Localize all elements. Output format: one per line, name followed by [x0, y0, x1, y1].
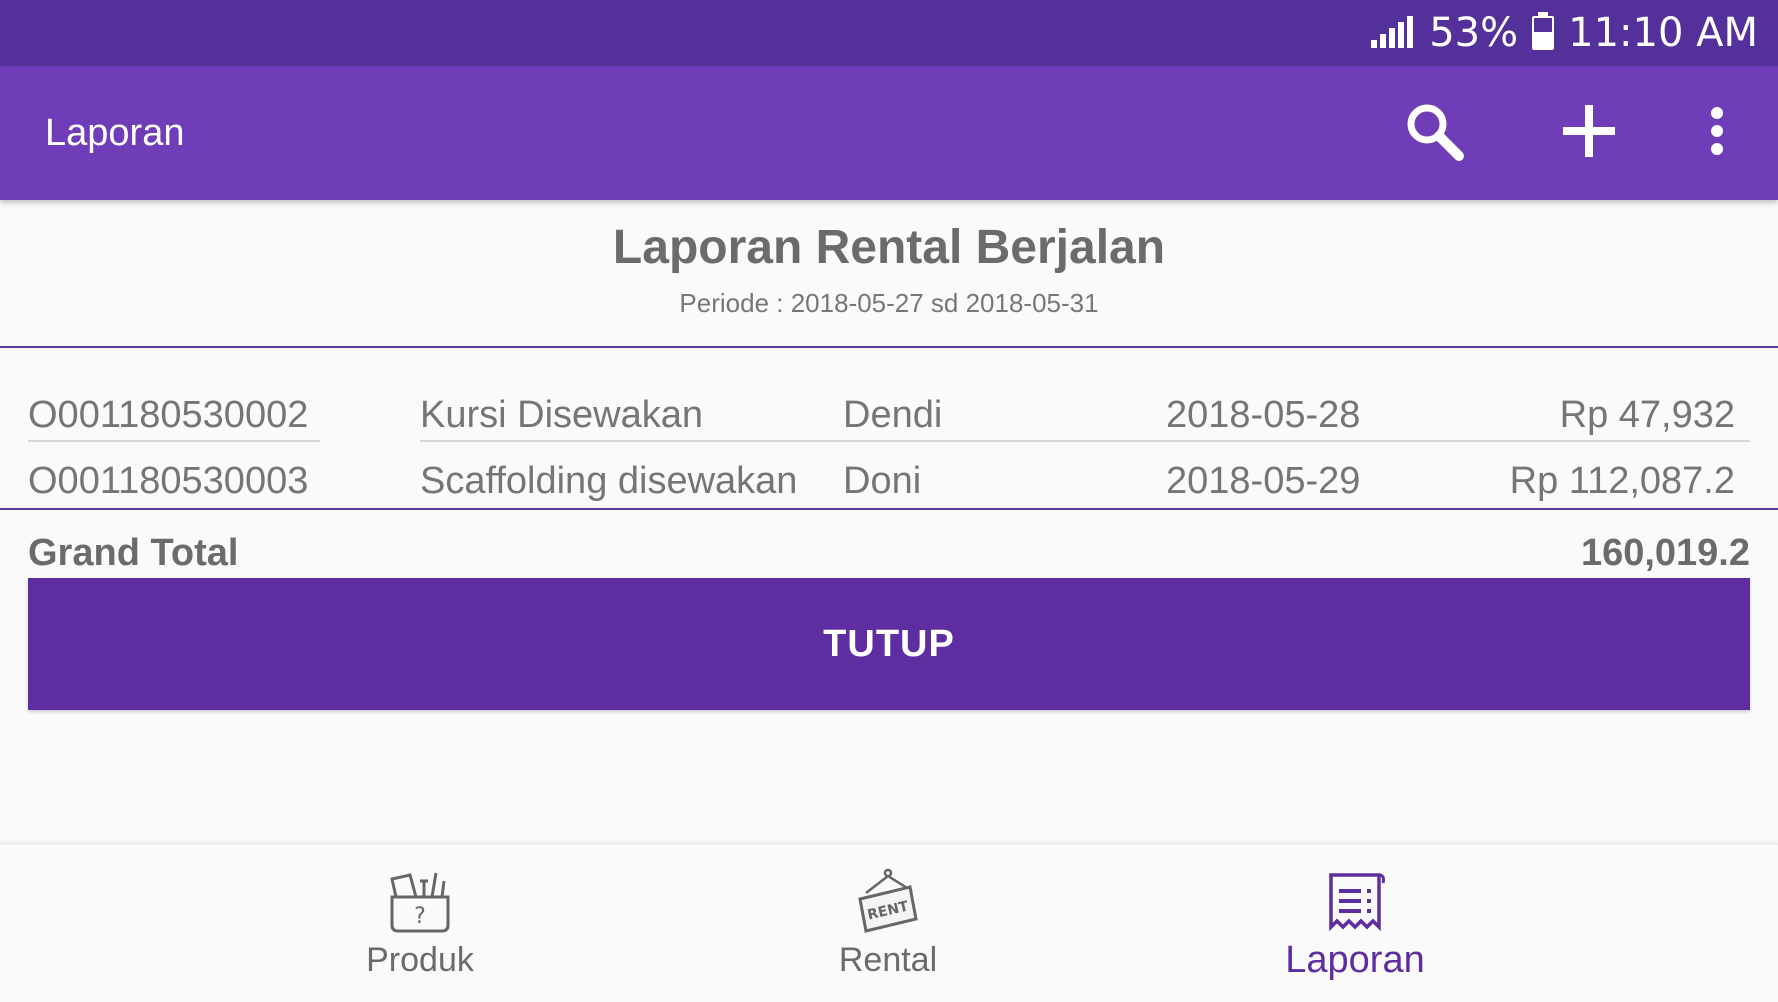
nav-label: Rental: [838, 941, 938, 979]
table-row[interactable]: O001180530002 Kursi Disewakan Dendi 2018…: [0, 386, 1778, 452]
search-icon: [1407, 104, 1464, 161]
bottom-navigation: ? Produk RENT Rental Laporan: [0, 843, 1778, 1002]
product-box-icon: ?: [390, 872, 450, 933]
item-name: Kursi Disewakan: [420, 394, 703, 436]
more-vert-icon: [1711, 107, 1723, 155]
grand-total-value: 160,019.2: [1580, 532, 1750, 574]
app-bar: Laporan: [0, 66, 1778, 200]
status-indicators: 53% 11:10 AM: [1371, 0, 1758, 66]
close-button[interactable]: TUTUP: [28, 578, 1750, 710]
rental-amount: Rp 47,932: [1559, 394, 1735, 436]
report-period: Periode : 2018-05-27 sd 2018-05-31: [679, 288, 1099, 318]
battery-icon: [1532, 12, 1555, 50]
row-divider: [420, 440, 1750, 442]
customer-name: Doni: [843, 460, 922, 502]
header-divider: [0, 346, 1778, 348]
nav-label: Laporan: [1285, 939, 1425, 981]
item-name: Scaffolding disewakan: [420, 460, 798, 502]
report-receipt-icon: [1329, 873, 1385, 932]
add-button[interactable]: [1554, 96, 1624, 166]
order-code: O001180530002: [28, 394, 309, 436]
grand-total-label: Grand Total: [28, 532, 239, 574]
nav-item-laporan[interactable]: Laporan: [1205, 845, 1505, 1002]
rent-sign-icon: RENT: [858, 868, 918, 933]
add-icon: [1563, 105, 1615, 157]
order-code: O001180530003: [28, 460, 309, 502]
status-bar: 53% 11:10 AM: [0, 0, 1778, 66]
app-title: Laporan: [45, 112, 185, 154]
nav-label: Produk: [366, 941, 474, 979]
nav-item-rental[interactable]: RENT Rental: [738, 845, 1038, 1002]
rental-amount: Rp 112,087.2: [1509, 460, 1735, 502]
row-divider: [28, 440, 320, 442]
table-bottom-divider: [0, 508, 1778, 510]
rental-date: 2018-05-29: [1166, 460, 1361, 502]
overflow-menu-button[interactable]: [1682, 96, 1752, 166]
clock: 11:10 AM: [1568, 10, 1758, 56]
battery-percent: 53%: [1429, 10, 1519, 56]
nav-item-produk[interactable]: ? Produk: [270, 845, 570, 1002]
search-button[interactable]: [1399, 96, 1469, 166]
rental-date: 2018-05-28: [1166, 394, 1361, 436]
customer-name: Dendi: [843, 394, 943, 436]
report-title: Laporan Rental Berjalan: [612, 221, 1166, 274]
signal-icon: [1371, 16, 1414, 48]
svg-text:?: ?: [414, 904, 426, 929]
